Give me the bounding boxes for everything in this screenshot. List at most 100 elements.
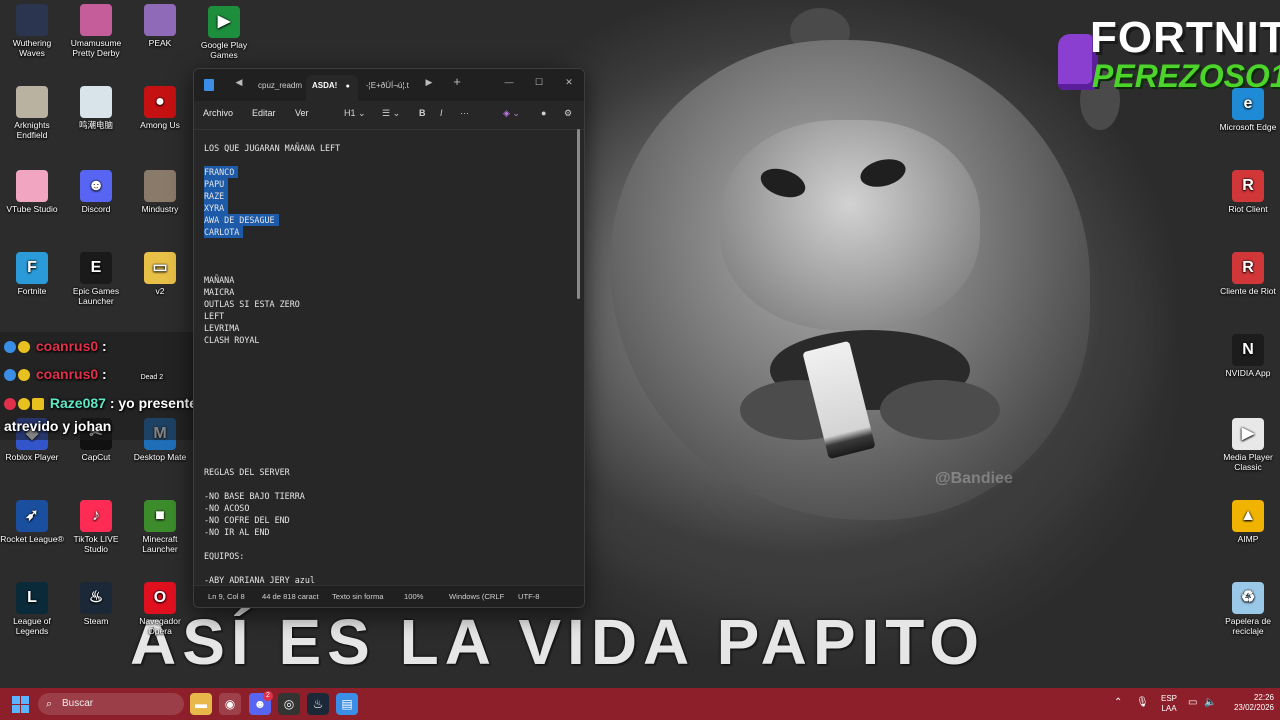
tab-scroll-right-icon[interactable]: ▶ xyxy=(418,73,440,91)
volume-icon[interactable]: 🔈 xyxy=(1204,698,1216,708)
desktop-icon-label: PEAK xyxy=(148,38,172,48)
desktop-icon[interactable]: R Cliente de Riot xyxy=(1216,252,1280,296)
desktop-icon[interactable]: E Epic Games Launcher xyxy=(64,252,128,306)
obs-icon[interactable]: ◎ xyxy=(278,693,300,715)
text-line: LEVRIMA xyxy=(204,323,240,333)
desktop-icon[interactable]: ♻ Papelera de reciclaje xyxy=(1216,582,1280,636)
desktop-icon-label: Umamusume Pretty Derby xyxy=(70,38,122,58)
desktop-icon[interactable]: ● Among Us xyxy=(128,86,192,130)
text-line: OUTLAS SI ESTA ZERO xyxy=(204,299,300,309)
maximize-button[interactable]: ☐ xyxy=(528,73,550,91)
status-position: Ln 9, Col 8 xyxy=(208,592,245,601)
desktop-icon[interactable]: ▶ Media Player Classic xyxy=(1216,418,1280,472)
chrome-icon[interactable]: ◉ xyxy=(219,693,241,715)
arknights-icon xyxy=(16,86,48,118)
desktop-icon[interactable]: F Fortnite xyxy=(0,252,64,296)
more-button[interactable]: ··· xyxy=(460,108,469,118)
text-line: MAICRA xyxy=(204,287,235,297)
status-line-ending: Windows (CRLF xyxy=(449,592,505,601)
game-icon xyxy=(80,86,112,118)
gear-icon[interactable]: ⚙ xyxy=(564,108,572,119)
list-dropdown[interactable]: ☰ ⌄ xyxy=(382,108,400,119)
text-line: MAÑANA xyxy=(204,275,235,285)
notepad-icon[interactable]: ▤ xyxy=(336,693,358,715)
desktop-icon-label: Desktop Mate xyxy=(133,452,187,462)
heading-dropdown[interactable]: H1 ⌄ xyxy=(344,108,366,119)
capybara-hand xyxy=(880,380,1000,440)
microphone-icon[interactable]: 🎙 xyxy=(1136,698,1149,708)
close-button[interactable]: ✕ xyxy=(558,73,580,91)
tab-garbled[interactable]: -¦E+ðÚÍ¬ú¦.t xyxy=(360,75,414,101)
account-icon[interactable]: ● xyxy=(541,108,546,118)
text-line: PAPU xyxy=(204,178,229,190)
tab-scroll-left-icon[interactable]: ◀ xyxy=(228,73,250,91)
text-line: FRANCO xyxy=(204,166,239,178)
desktop-icon[interactable]: VTube Studio xyxy=(0,170,64,214)
discord-icon[interactable]: ☻ 2 xyxy=(249,691,273,715)
desktop-icon[interactable]: Umamusume Pretty Derby xyxy=(64,4,128,58)
desktop-icon[interactable]: N NVIDIA App xyxy=(1216,334,1280,378)
text-editor[interactable]: LOS QUE JUGARAN MAÑANA LEFT FRANCO PAPU RAZ… xyxy=(194,129,584,585)
network-icon[interactable]: ▭ xyxy=(1188,698,1197,708)
desktop-icon-label: Rocket League® xyxy=(0,534,64,544)
desktop-icon[interactable]: Wuthering Waves xyxy=(0,4,64,58)
tab-cpuz-readme[interactable]: cpuz_readm xyxy=(252,75,306,101)
desktop-icon[interactable]: Arknights Endfield xyxy=(0,86,64,140)
desktop-icon[interactable]: ➶ Rocket League® xyxy=(0,500,64,544)
italic-button[interactable]: I xyxy=(440,108,443,118)
desktop-icon[interactable]: R Riot Client xyxy=(1216,170,1280,214)
desktop-icon[interactable]: ♨ Steam xyxy=(64,582,128,626)
watermark: @Bandiee xyxy=(935,470,1013,487)
search-placeholder: Buscar xyxy=(62,698,94,709)
bold-button[interactable]: B xyxy=(419,108,426,118)
badge-icon xyxy=(4,341,16,354)
notepad-window[interactable]: ◀ cpuz_readm ASDA! ● -¦E+ðÚÍ¬ú¦.t ▶ + — … xyxy=(193,68,585,608)
status-bar: Ln 9, Col 8 44 de 818 caract Texto sin f… xyxy=(194,585,584,607)
status-format: Texto sin forma xyxy=(332,592,384,601)
title-bar[interactable]: ◀ cpuz_readm ASDA! ● -¦E+ðÚÍ¬ú¦.t ▶ + — … xyxy=(194,69,584,101)
text-line: AWA DE DESAGUE xyxy=(204,214,279,226)
file-explorer-icon[interactable]: ▬ xyxy=(190,693,212,715)
windows-logo-icon xyxy=(12,705,20,713)
desktop-icon[interactable]: ▶ Google Play Games xyxy=(192,6,256,60)
desktop-icon[interactable]: ☻ Discord xyxy=(64,170,128,214)
steam-icon[interactable]: ♨ xyxy=(307,693,329,715)
desktop-icon[interactable]: ♪ TikTok LIVE Studio xyxy=(64,500,128,554)
desktop-icon[interactable]: ▭ v2 xyxy=(128,252,192,296)
status-chars: 44 de 818 caract xyxy=(262,592,319,601)
tab-label: ASDA! xyxy=(312,81,338,90)
desktop-icon-label: Among Us xyxy=(140,120,180,130)
desktop-icon[interactable]: L League of Legends xyxy=(0,582,64,636)
meme-caption: ASÍ ES LA VIDA PAPITO xyxy=(130,606,985,678)
menu-ver[interactable]: Ver xyxy=(295,108,309,118)
edge-icon: e xyxy=(1232,88,1264,120)
desktop-icon[interactable]: PEAK xyxy=(128,4,192,48)
desktop-icon-label: CapCut xyxy=(81,452,111,462)
minimize-button[interactable]: — xyxy=(498,73,520,91)
mindustry-icon xyxy=(144,170,176,202)
badge-icon xyxy=(4,369,16,382)
list-icon: ☰ xyxy=(382,108,391,118)
desktop-icon-label: Arknights Endfield xyxy=(14,120,50,140)
menu-archivo[interactable]: Archivo xyxy=(203,108,233,118)
riot-client-icon: R xyxy=(1232,252,1264,284)
desktop-icon[interactable]: ■ Minecraft Launcher xyxy=(128,500,192,554)
desktop-icon[interactable]: Mindustry xyxy=(128,170,192,214)
menu-editar[interactable]: Editar xyxy=(252,108,276,118)
desktop-icon[interactable]: ▲ AIMP xyxy=(1216,500,1280,544)
language-indicator[interactable]: ESP LAA xyxy=(1158,694,1180,714)
show-hidden-icons-icon[interactable]: ⌃ xyxy=(1114,698,1122,708)
search-box[interactable]: ⌕ Buscar xyxy=(38,693,184,715)
clock[interactable]: 22:26 23/02/2026 xyxy=(1226,693,1274,713)
desktop-icon[interactable]: e Microsoft Edge xyxy=(1216,88,1280,132)
desktop-icon-label: Epic Games Launcher xyxy=(72,286,120,306)
desktop-icon[interactable]: O Navegador Opera xyxy=(128,582,192,636)
new-tab-button[interactable]: + xyxy=(446,73,468,91)
tab-asda[interactable]: ASDA! ● xyxy=(306,75,358,101)
desktop-icon[interactable]: 鸣潮电脑 xyxy=(64,86,128,130)
date: 23/02/2026 xyxy=(1233,703,1274,712)
desktop-icon-label: Mindustry xyxy=(141,204,179,214)
start-button[interactable] xyxy=(12,696,29,713)
scrollbar[interactable] xyxy=(577,129,580,299)
copilot-icon[interactable]: ◈ ⌄ xyxy=(503,108,520,119)
